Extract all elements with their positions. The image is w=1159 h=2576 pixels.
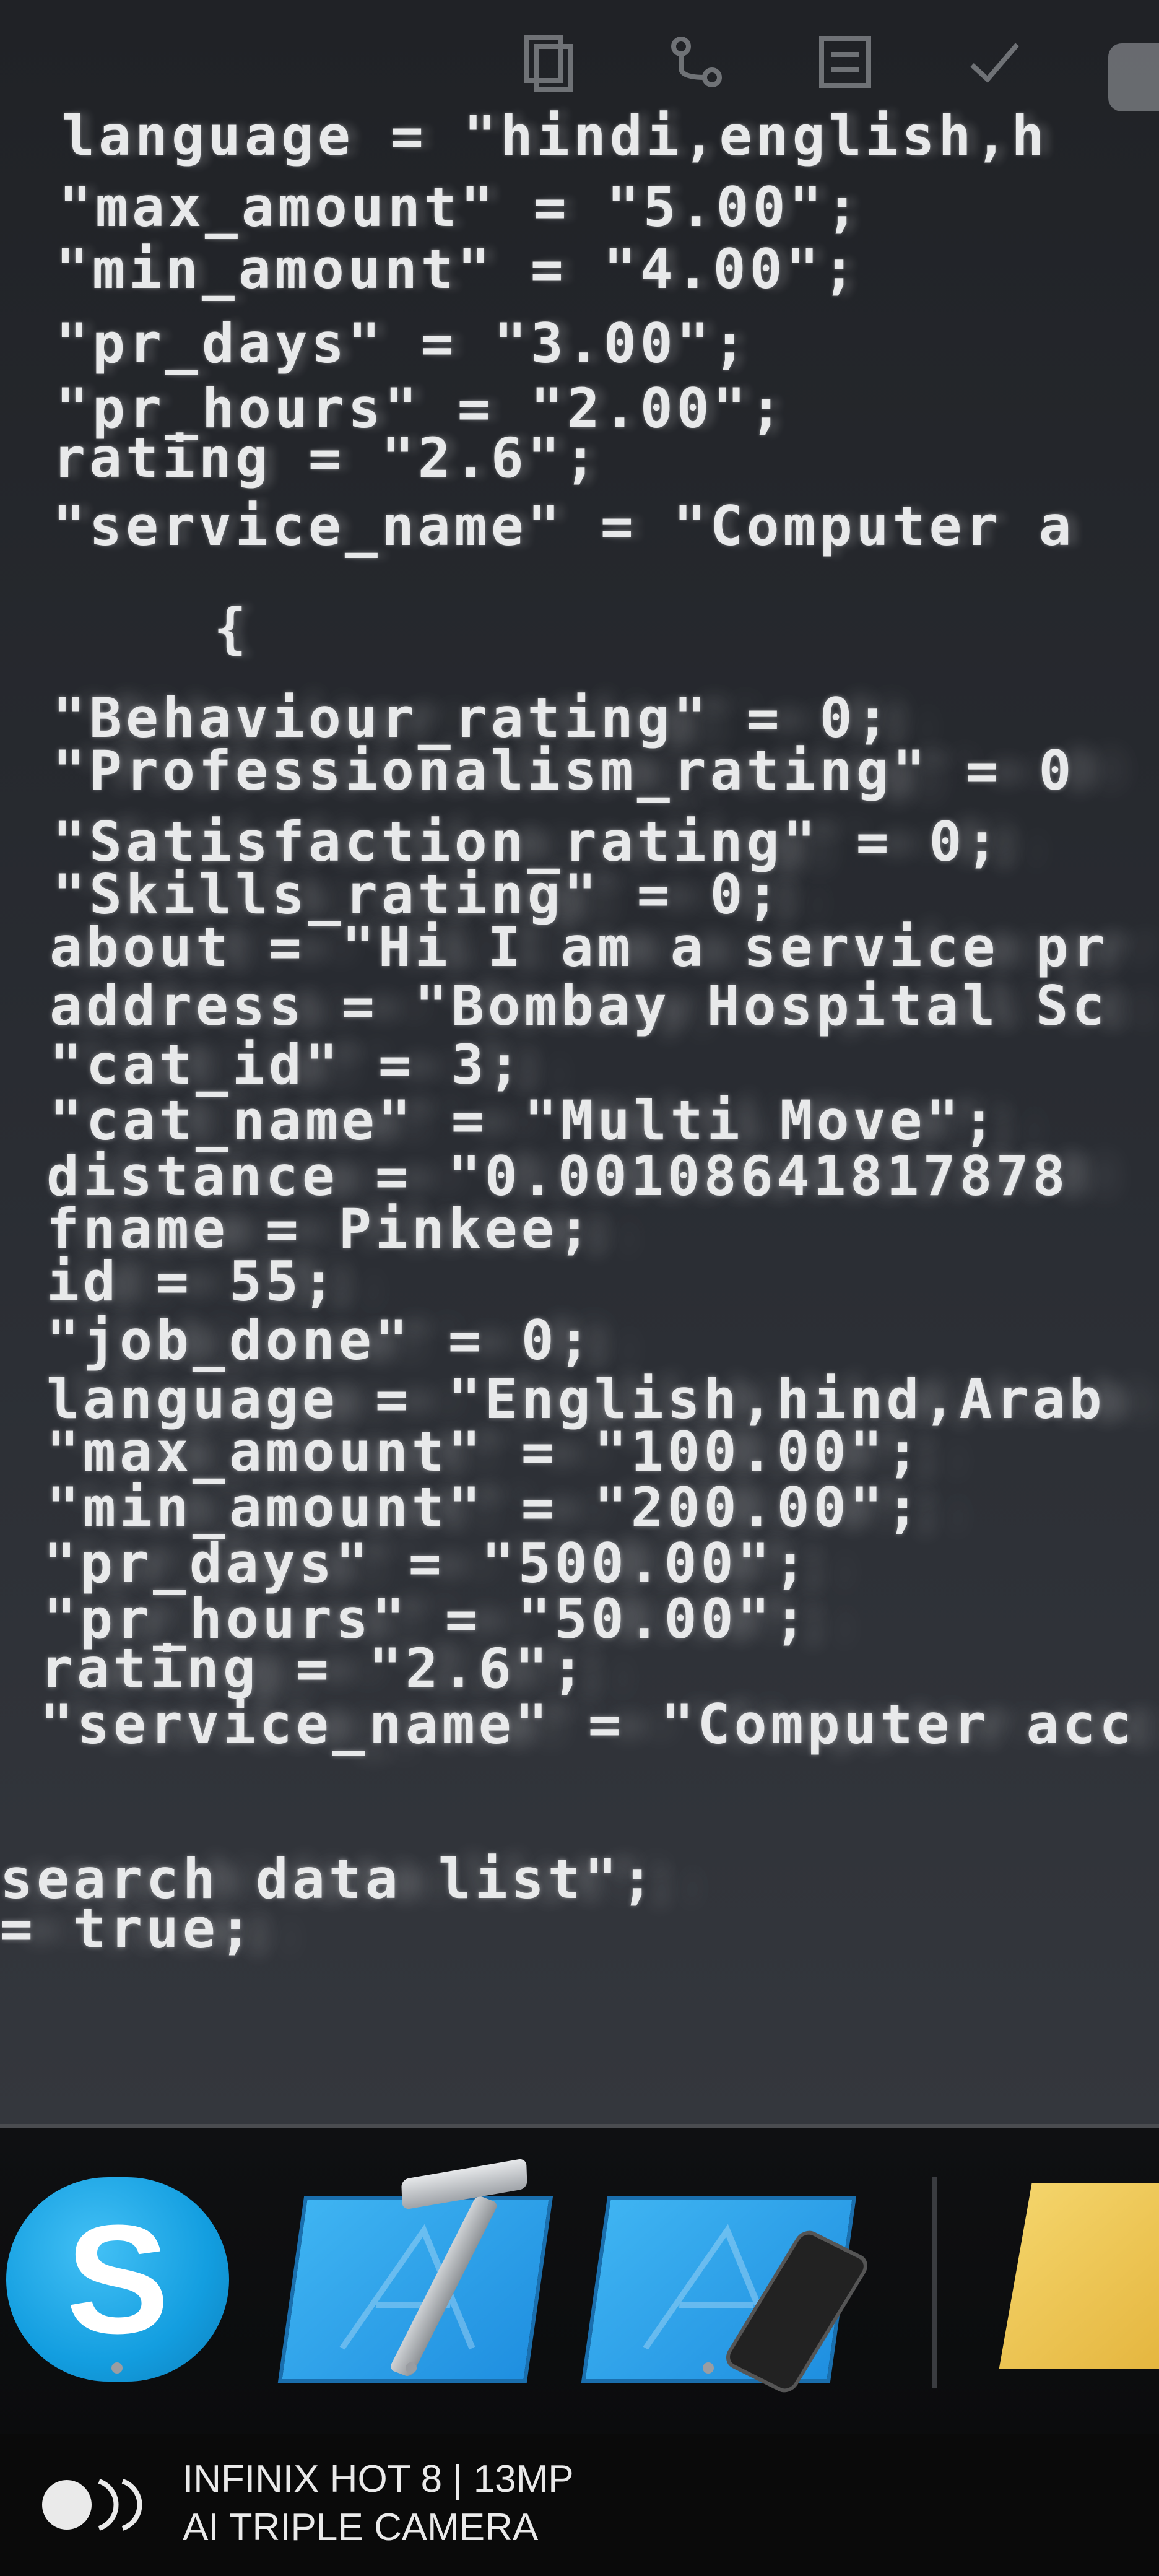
skype-letter: S — [66, 2193, 170, 2365]
code-line: "pr_days" = "500.00"; — [43, 1531, 810, 1595]
code-line: "pr_days" = "3.00"; — [56, 311, 750, 375]
code-line: "min_amount" = "4.00"; — [56, 237, 859, 301]
code-line: "service_name" = "Computer a — [53, 494, 1075, 558]
code-line: "min_amount" = "200.00"; — [46, 1476, 923, 1539]
code-line: = true; — [0, 1897, 256, 1960]
code-line: rating = "2.6"; — [40, 1637, 588, 1700]
code-line: rating = "2.6"; — [53, 426, 601, 490]
camera-watermark: INFINIX HOT 8 | 13MP AI TRIPLE CAMERA — [0, 2434, 1159, 2576]
code-line: address = "Bombay Hospital Sc — [50, 974, 1109, 1038]
code-line: "cat_id" = 3; — [50, 1033, 524, 1097]
code-line: id = 55; — [46, 1250, 339, 1313]
running-indicator — [703, 2362, 714, 2374]
xcode-icon[interactable] — [277, 2158, 553, 2383]
simulator-icon[interactable] — [581, 2196, 873, 2397]
hammer-head — [401, 2158, 527, 2210]
notes-icon[interactable] — [999, 2183, 1159, 2369]
watermark-camera: AI TRIPLE CAMERA — [183, 2506, 539, 2549]
code-line: "service_name" = "Computer acc — [40, 1692, 1136, 1756]
running-indicator — [406, 2362, 417, 2374]
code-line: about = "Hi I am a service pr — [50, 915, 1109, 979]
watermark-model: INFINIX HOT 8 | 13MP — [183, 2458, 574, 2500]
debug-console: language = "hindi,english,h "max_amount"… — [0, 0, 1159, 2124]
running-indicator — [111, 2362, 123, 2374]
code-line: language = "hindi,english,h — [62, 104, 1048, 168]
code-line: "max_amount" = "100.00"; — [46, 1420, 923, 1484]
code-line: "Professionalism_rating" = 0 — [53, 739, 1075, 803]
dock-divider — [932, 2177, 937, 2388]
console-output: language = "hindi,english,h "max_amount"… — [0, 0, 1159, 2124]
camera-lens-logo — [37, 2474, 161, 2536]
skype-icon[interactable]: S — [6, 2177, 229, 2382]
code-line: { — [214, 596, 250, 660]
code-line: "max_amount" = "5.00"; — [59, 175, 862, 239]
macos-dock: S — [0, 2124, 1159, 2437]
code-line: "cat_name" = "Multi Move"; — [50, 1089, 999, 1152]
code-line: "job_done" = 0; — [46, 1308, 594, 1372]
